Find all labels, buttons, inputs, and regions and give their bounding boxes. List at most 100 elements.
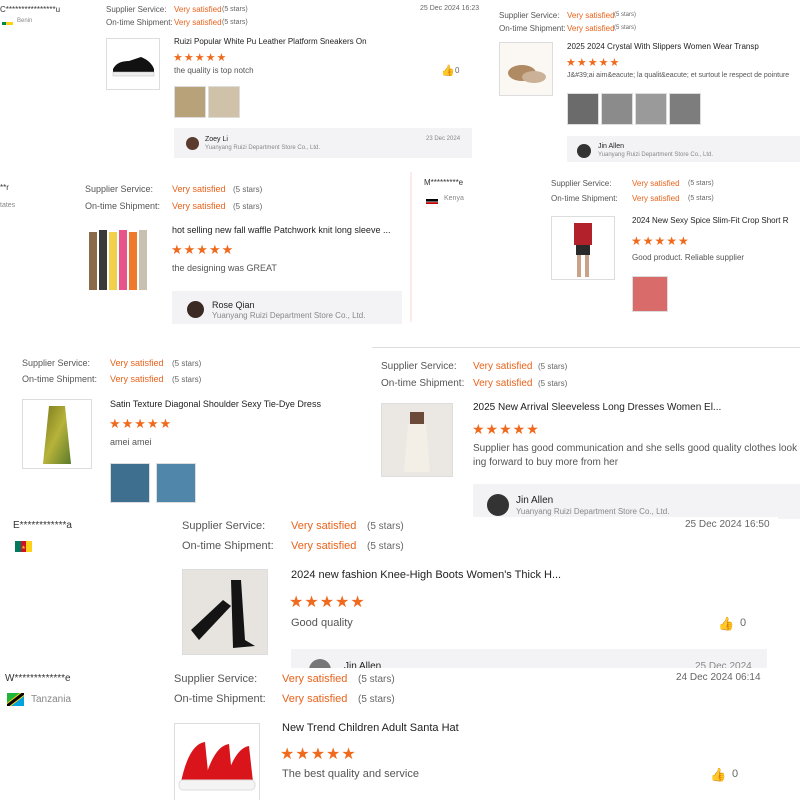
supplier-service-label: Supplier Service: <box>381 361 457 372</box>
reply-date: 23 Dec 2024 <box>426 136 461 142</box>
supplier-reply: Jin Allen Yuanyang Ruizi Department Stor… <box>567 136 800 162</box>
review-card-4: M*********e Kenya Supplier Service: Very… <box>410 172 800 322</box>
rating-stars: ★★★★★ <box>171 242 235 257</box>
shipment-label: On-time Shipment: <box>174 693 266 705</box>
review-photo[interactable] <box>632 276 668 312</box>
supplier-service-rating: Very satisfied <box>282 673 348 685</box>
replier-avatar <box>186 137 199 150</box>
supplier-service-rating: Very satisfied <box>567 11 615 20</box>
like-count: 0 <box>732 768 739 780</box>
review-comment: amei amei <box>110 437 152 447</box>
replier-name: Zoey Li <box>205 136 228 143</box>
review-comment: The best quality and service <box>282 768 419 780</box>
product-title[interactable]: Ruizi Popular White Pu Leather Platform … <box>174 37 367 46</box>
review-photo[interactable] <box>635 93 667 125</box>
review-card-6: Supplier Service: Very satisfied (5 star… <box>372 347 800 519</box>
review-photo[interactable] <box>208 86 240 118</box>
replier-avatar <box>577 144 591 158</box>
reviewer-name: W*************e <box>5 673 71 684</box>
product-title[interactable]: hot selling new fall waffle Patchwork kn… <box>172 225 390 235</box>
review-card-5: Supplier Service: Very satisfied (5 star… <box>0 347 372 507</box>
review-comment: the quality is top notch <box>174 66 254 75</box>
review-date: 25 Dec 2024 16:50 <box>685 519 770 530</box>
like-thumbs-up-icon[interactable]: 👍 <box>710 767 726 783</box>
reviewer-country: Kenya <box>444 195 464 202</box>
product-title[interactable]: 2024 new fashion Knee-High Boots Women's… <box>291 569 561 581</box>
supplier-service-stars-note: (5 stars) <box>538 362 568 371</box>
product-image[interactable] <box>22 399 92 469</box>
supplier-service-label: Supplier Service: <box>499 11 560 20</box>
supplier-service-rating: Very satisfied <box>291 520 357 532</box>
review-photo[interactable] <box>156 463 196 503</box>
product-image[interactable] <box>85 224 151 292</box>
svg-text:★: ★ <box>21 545 26 551</box>
shipment-stars-note: (5 stars) <box>367 541 404 552</box>
rating-stars: ★★★★★ <box>631 234 690 248</box>
product-title[interactable]: New Trend Children Adult Santa Hat <box>282 722 459 734</box>
shipment-label: On-time Shipment: <box>182 540 274 552</box>
supplier-service-stars-note: (5 stars) <box>367 521 404 532</box>
supplier-service-rating: Very satisfied <box>632 179 680 188</box>
review-photo[interactable] <box>567 93 599 125</box>
like-thumbs-up-icon[interactable]: 👍 <box>441 64 455 77</box>
shipment-label: On-time Shipment: <box>381 378 465 389</box>
product-title[interactable]: 2025 2024 Crystal With Slippers Women We… <box>567 42 759 51</box>
supplier-service-stars-note: (5 stars) <box>688 180 714 187</box>
shipment-stars-note: (5 stars) <box>233 202 263 211</box>
reviewer-name: E************a <box>13 520 72 531</box>
shipment-stars-note: (5 stars) <box>172 375 202 384</box>
reviewer-name: C****************u <box>0 5 61 14</box>
review-comment: Good product. Reliable supplier <box>632 253 745 262</box>
shipment-rating: Very satisfied <box>110 374 164 384</box>
card-divider <box>410 172 412 322</box>
review-date: 24 Dec 2024 06:14 <box>676 672 761 683</box>
product-image[interactable] <box>499 42 553 96</box>
product-image[interactable] <box>106 38 160 90</box>
supplier-service-label: Supplier Service: <box>22 358 91 368</box>
shipment-label: On-time Shipment: <box>499 24 566 33</box>
tanzania-flag-icon <box>7 693 24 706</box>
replier-name: Rose Qian <box>212 300 255 310</box>
cameroon-flag-icon: ★ <box>15 540 32 552</box>
supplier-service-label: Supplier Service: <box>182 520 266 532</box>
shipment-label: On-time Shipment: <box>551 194 618 203</box>
product-image[interactable] <box>551 216 615 280</box>
shipment-rating: Very satisfied <box>282 693 348 705</box>
shipment-label: On-time Shipment: <box>85 201 161 211</box>
review-photo[interactable] <box>669 93 701 125</box>
rating-stars: ★★★★★ <box>109 416 173 431</box>
product-title[interactable]: Satin Texture Diagonal Shoulder Sexy Tie… <box>110 399 321 409</box>
supplier-service-stars-note: (5 stars) <box>222 6 248 13</box>
shipment-stars-note: (5 stars) <box>358 694 395 705</box>
product-image[interactable] <box>174 723 260 800</box>
replier-store: Yuanyang Ruizi Department Store Co., Ltd… <box>205 145 321 151</box>
review-photo[interactable] <box>110 463 150 503</box>
product-title[interactable]: 2025 New Arrival Sleeveless Long Dresses… <box>473 402 721 413</box>
supplier-service-label: Supplier Service: <box>174 673 258 685</box>
review-photo[interactable] <box>601 93 633 125</box>
shipment-stars-note: (5 stars) <box>688 195 714 202</box>
shipment-label: On-time Shipment: <box>106 18 173 27</box>
product-title[interactable]: 2024 New Sexy Spice Slim-Fit Crop Short … <box>632 216 789 225</box>
review-comment: J&#39;ai aim&eacute; la qualit&eacute; e… <box>567 72 790 79</box>
product-image[interactable] <box>381 403 453 477</box>
shipment-rating: Very satisfied <box>473 378 533 389</box>
shipment-rating: Very satisfied <box>291 540 357 552</box>
like-count: 0 <box>455 66 460 75</box>
review-card-2: Supplier Service: Very satisfied (5 star… <box>486 2 800 162</box>
supplier-reply: Rose Qian Yuanyang Ruizi Department Stor… <box>172 291 402 324</box>
review-photo[interactable] <box>174 86 206 118</box>
review-card-7: E************a ★ Supplier Service: Very … <box>0 517 778 670</box>
supplier-reply: Jin Allen Yuanyang Ruizi Department Stor… <box>473 484 800 519</box>
replier-avatar <box>487 494 509 516</box>
reviewer-name: **r <box>0 183 9 192</box>
card-top-border <box>372 347 800 348</box>
rating-stars: ★★★★★ <box>280 746 357 763</box>
product-image[interactable] <box>182 569 268 655</box>
supplier-service-stars-note: (5 stars) <box>614 12 637 18</box>
replier-name: Jin Allen <box>516 495 554 506</box>
rating-stars: ★★★★★ <box>472 421 540 437</box>
supplier-service-label: Supplier Service: <box>85 184 154 194</box>
kenya-flag-icon <box>426 195 438 204</box>
like-thumbs-up-icon[interactable]: 👍 <box>718 616 734 632</box>
